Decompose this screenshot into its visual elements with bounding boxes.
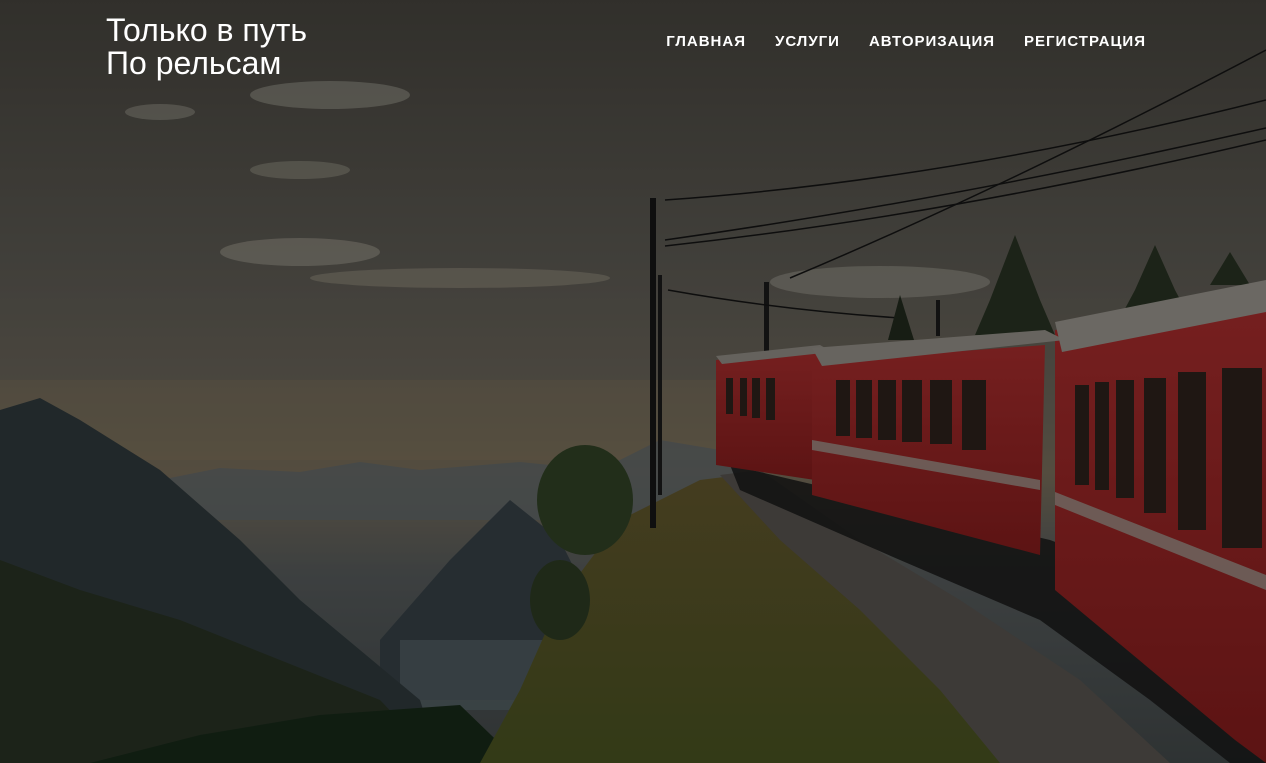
nav-link-login[interactable]: АВТОРИЗАЦИЯ [840,34,995,50]
hero-background-image [0,0,1266,763]
site-header: Только в путь По рельсам ГЛАВНАЯ УСЛУГИ … [0,0,1266,90]
nav-item-login: АВТОРИЗАЦИЯ [840,34,995,50]
hero-section: Только в путь По рельсам ГЛАВНАЯ УСЛУГИ … [0,0,1266,763]
site-title-line2: По рельсам [106,45,282,81]
nav-item-home: ГЛАВНАЯ [666,34,746,50]
nav-link-services[interactable]: УСЛУГИ [746,34,840,50]
nav-item-register: РЕГИСТРАЦИЯ [995,34,1146,50]
site-title-line1: Только в путь [106,12,308,48]
nav-item-services: УСЛУГИ [746,34,840,50]
site-title-link[interactable]: Только в путь По рельсам [106,14,307,80]
nav-link-register[interactable]: РЕГИСТРАЦИЯ [995,34,1146,50]
main-nav: ГЛАВНАЯ УСЛУГИ АВТОРИЗАЦИЯ РЕГИСТРАЦИЯ [666,34,1146,50]
nav-link-home[interactable]: ГЛАВНАЯ [666,34,746,50]
